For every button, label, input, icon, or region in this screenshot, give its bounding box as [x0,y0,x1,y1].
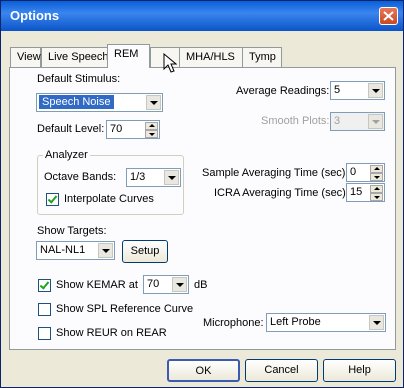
spin-up-icon[interactable] [145,122,158,130]
show-reur-checkbox[interactable] [38,327,51,340]
show-kemar-checkbox[interactable] [38,279,51,292]
default-stimulus-label: Default Stimulus: [37,73,121,85]
default-stimulus-value: Speech Noise [39,95,114,109]
spin-up-icon[interactable] [370,165,383,173]
show-targets-label: Show Targets: [37,225,107,237]
chevron-down-icon[interactable] [368,83,383,98]
show-reur-label: Show REUR on REAR [56,327,167,339]
cancel-button[interactable]: Cancel [245,359,318,382]
chevron-down-icon[interactable] [164,170,179,185]
default-level-value: 70 [110,123,123,135]
microphone-value: Left Probe [270,316,321,328]
tab-mha-hls-label: MHA/HLS [186,51,235,63]
close-icon [383,11,394,21]
kemar-level-select[interactable]: 70 [143,275,189,294]
options-dialog: Options View Live Speech REM MHA/HLS Tym… [0,0,404,388]
chevron-down-icon[interactable] [98,243,113,258]
chevron-down-icon[interactable] [368,114,383,129]
chevron-down-icon[interactable] [146,95,161,110]
interpolate-label: Interpolate Curves [64,193,154,205]
tab-view[interactable]: View [10,47,41,67]
setup-button[interactable]: Setup [122,240,168,263]
mouse-cursor-icon [163,53,177,73]
default-level-label: Default Level: [37,123,105,135]
show-targets-select[interactable]: NAL-NL1 [36,241,115,260]
tab-tymp[interactable]: Tymp [242,47,282,67]
chevron-down-icon[interactable] [172,277,187,292]
default-stimulus-select[interactable]: Speech Noise [36,93,163,112]
interpolate-checkbox[interactable] [46,193,59,206]
tab-mha-hls[interactable]: MHA/HLS [179,47,243,67]
smooth-plots-select[interactable]: 3 [330,112,385,131]
tab-view-label: View [17,51,41,63]
smooth-plots-value: 3 [334,115,341,127]
spin-up-icon[interactable] [370,185,383,193]
microphone-select[interactable]: Left Probe [266,313,386,332]
icra-averaging-label: ICRA Averaging Time (sec): [214,187,349,199]
ok-button[interactable]: OK [167,359,240,382]
microphone-label: Microphone: [203,317,264,329]
tab-rem-label: REM [114,48,139,60]
tab-tymp-label: Tymp [249,51,276,63]
octave-bands-label: Octave Bands: [44,171,117,183]
show-targets-value: NAL-NL1 [40,244,86,256]
tab-rem[interactable]: REM [107,44,150,68]
window-title: Options [10,8,60,23]
octave-bands-value: 1/3 [130,171,146,183]
analyzer-group: Analyzer Octave Bands: 1/3 Interpolate C… [37,149,184,215]
average-readings-value: 5 [334,84,341,96]
default-level-spinner[interactable]: 70 [106,120,160,139]
kemar-unit: dB [194,279,208,291]
average-readings-select[interactable]: 5 [330,81,385,100]
spin-down-icon[interactable] [370,173,383,181]
show-kemar-label: Show KEMAR at [56,279,138,291]
title-bar[interactable]: Options [1,1,403,31]
kemar-level-value: 70 [147,278,160,290]
help-button[interactable]: Help [323,359,396,382]
show-spl-checkbox[interactable] [38,303,51,316]
tab-live-speech-label: Live Speech [48,51,109,63]
analyzer-caption: Analyzer [43,149,90,161]
sample-averaging-label: Sample Averaging Time (sec): [202,167,349,179]
spin-down-icon[interactable] [370,193,383,201]
show-spl-label: Show SPL Reference Curve [56,303,194,315]
average-readings-label: Average Readings: [236,85,330,97]
sample-averaging-spinner[interactable]: 0 [346,163,385,182]
sample-averaging-value: 0 [350,166,357,178]
icra-averaging-spinner[interactable]: 15 [346,183,385,202]
tab-live-speech[interactable]: Live Speech [41,47,109,67]
octave-bands-select[interactable]: 1/3 [126,168,181,187]
icra-averaging-value: 15 [350,186,363,198]
chevron-down-icon[interactable] [369,315,384,330]
close-button[interactable] [379,7,398,25]
smooth-plots-label: Smooth Plots: [261,115,330,127]
rem-tab-panel: Default Stimulus: Speech Noise Default L… [9,67,396,350]
spin-down-icon[interactable] [145,130,158,138]
